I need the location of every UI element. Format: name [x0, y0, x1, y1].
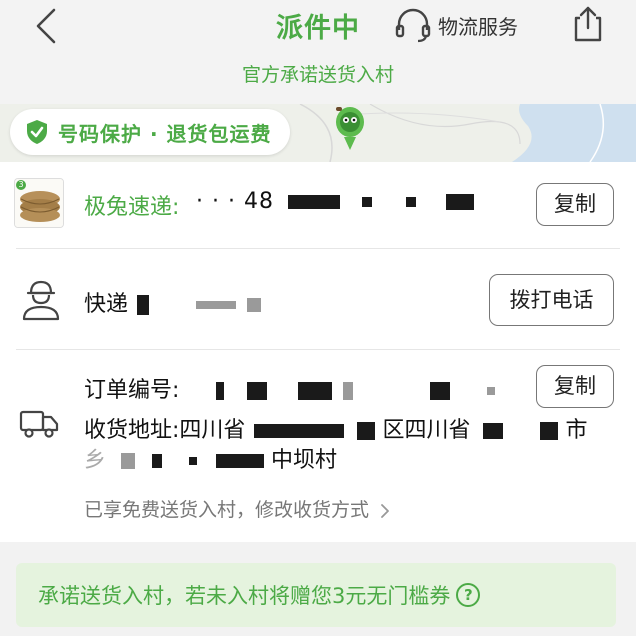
redacted-text [343, 382, 354, 400]
courier-name: 快递 [84, 286, 262, 318]
delivery-address: 收货地址:四川省 区四川省 市 乡 中坝村 [84, 416, 604, 476]
product-thumbnail[interactable]: 3 [14, 178, 64, 228]
address-district: 区四川省 [382, 418, 471, 443]
truck-icon [19, 410, 59, 438]
logistics-service-button[interactable]: 物流服务 [392, 2, 518, 48]
redacted-text [361, 197, 372, 207]
redacted-text [430, 382, 451, 400]
change-delivery-method-link[interactable]: 已享免费送货入村，修改收货方式 [84, 495, 391, 522]
tracking-number: · · · 48 [196, 189, 474, 214]
item-count-badge: 3 [16, 180, 26, 190]
copy-order-button[interactable]: 复制 [536, 365, 614, 408]
address-line-2: 乡 中坝村 [84, 446, 604, 476]
headset-icon [395, 8, 431, 43]
shield-check-icon [27, 120, 47, 144]
shipment-card: 3 极兔速递: · · · 48 复制 快递 拨打电话 订单编号: 复制 收货地… [0, 162, 636, 542]
courier-avatar-icon [22, 280, 60, 321]
redacted-text [483, 423, 504, 439]
help-circle-icon[interactable]: ? [456, 583, 481, 607]
map-view[interactable]: 号码保护 · 退货包运费 [0, 104, 636, 162]
redacted-text [196, 301, 237, 309]
village-delivery-promise-banner[interactable]: 承诺送货入村，若未入村将赠您3元无门槛券 ? [16, 563, 616, 627]
redacted-text [445, 194, 474, 210]
delivery-promise-subtitle: 官方承诺送货入村 [241, 64, 394, 86]
carrier-name: 极兔速递: [84, 195, 180, 220]
redacted-text [216, 382, 225, 400]
redacted-text [216, 454, 265, 468]
redacted-text [189, 457, 198, 465]
redacted-text [152, 454, 163, 468]
address-city: 市 [565, 418, 588, 443]
share-icon[interactable] [568, 2, 608, 46]
redacted-text [247, 298, 262, 312]
address-label: 收货地址: [84, 418, 180, 443]
logistics-service-label: 物流服务 [438, 14, 518, 39]
redacted-text [137, 295, 150, 315]
row-divider [16, 349, 620, 350]
redacted-text [405, 197, 416, 207]
redacted-text [540, 422, 559, 440]
page-title: 派件中 [276, 13, 360, 44]
address-line2-prefix: 乡 [84, 448, 107, 473]
courier-pin-icon [336, 107, 364, 150]
number-protection-label: 号码保护 · 退货包运费 [58, 121, 272, 146]
redacted-text [121, 453, 136, 469]
redacted-text [287, 195, 340, 209]
address-village: 中坝村 [271, 448, 338, 473]
redacted-text [298, 382, 333, 400]
order-number: 订单编号: [84, 372, 496, 404]
number-protection-badge[interactable]: 号码保护 · 退货包运费 [10, 109, 290, 155]
redacted-text [357, 422, 376, 440]
order-number-label: 订单编号: [84, 378, 180, 403]
promise-text: 承诺送货入村，若未入村将赠您3元无门槛券 [38, 584, 451, 608]
copy-tracking-button[interactable]: 复制 [536, 183, 614, 226]
free-delivery-note: 已享免费送货入村，修改收货方式 [84, 499, 370, 521]
call-courier-button[interactable]: 拨打电话 [489, 274, 614, 326]
redacted-text [247, 382, 268, 400]
tracking-visible-digits: · · · 48 [196, 189, 274, 214]
chevron-right-icon [381, 503, 389, 518]
courier-label: 快递 [84, 292, 129, 317]
redacted-text [487, 387, 496, 395]
top-bar: 派件中 物流服务 官方承诺送货入村 [0, 0, 636, 104]
row-divider [16, 248, 620, 249]
redacted-text [254, 424, 345, 438]
address-province: 四川省 [179, 418, 246, 443]
